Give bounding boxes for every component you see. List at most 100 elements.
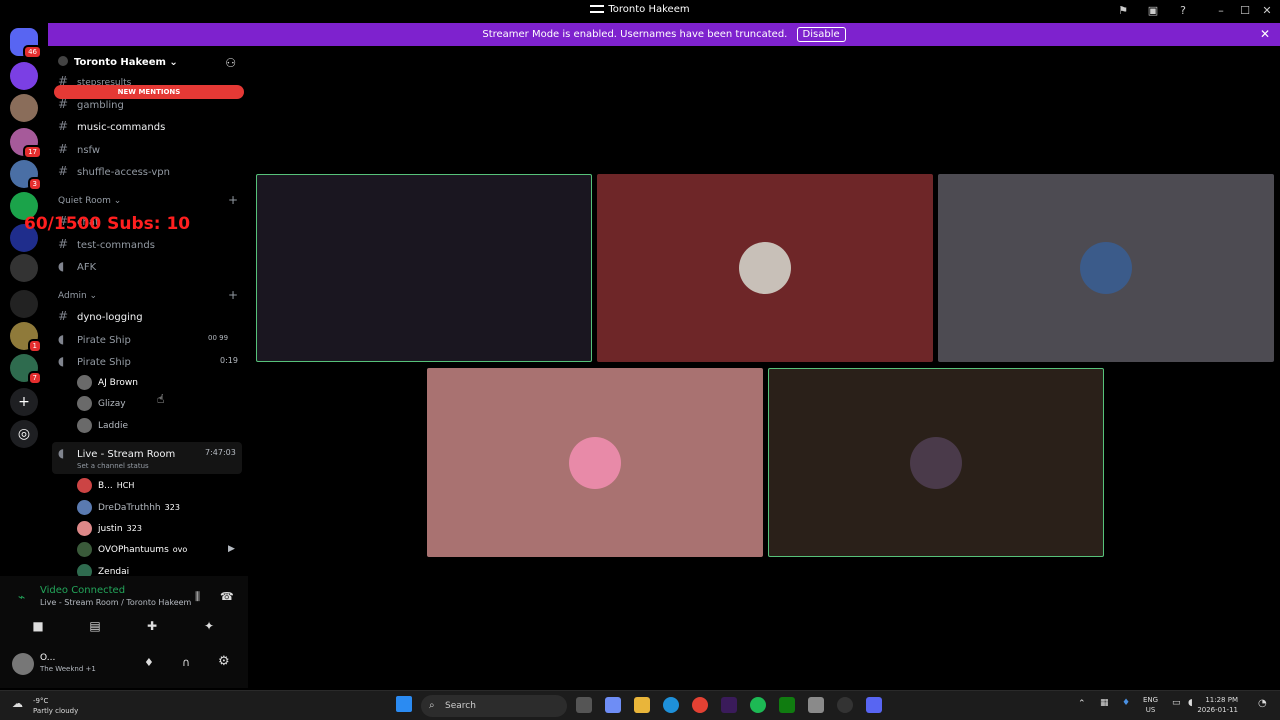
- banner-text: Streamer Mode is enabled. Usernames have…: [482, 29, 788, 40]
- server-icon[interactable]: 1: [10, 322, 42, 353]
- file-explorer-icon[interactable]: [634, 697, 650, 713]
- guild-header[interactable]: Toronto Hakeem ⌄: [58, 56, 178, 68]
- chevron-up-icon[interactable]: ⌃: [1078, 699, 1086, 709]
- server-icon[interactable]: 3: [10, 160, 42, 191]
- taskbar-search[interactable]: ⌕ Search: [421, 695, 567, 717]
- add-channel-icon[interactable]: +: [228, 193, 238, 207]
- server-icon[interactable]: 17: [10, 128, 42, 159]
- invite-icon[interactable]: ⚇: [225, 56, 236, 70]
- channel-gambling[interactable]: # gambling: [58, 97, 124, 111]
- user-tag: 323: [164, 503, 180, 512]
- channel-dyno-logging[interactable]: # dyno-logging: [58, 309, 143, 323]
- camera-button[interactable]: ■: [18, 616, 58, 636]
- soundboard-button[interactable]: ✦: [189, 616, 229, 636]
- category-admin[interactable]: Admin ⌄: [58, 291, 97, 301]
- xbox-icon[interactable]: [779, 697, 795, 713]
- mouse-cursor-icon: ☝: [157, 392, 165, 406]
- voice-channel-pirate-ship-2[interactable]: ◖ Pirate Ship: [58, 354, 131, 368]
- clock[interactable]: 11:28 PM 2026-01-11: [1197, 695, 1238, 715]
- display-icon[interactable]: ▭: [1172, 698, 1181, 708]
- server-icon[interactable]: [10, 254, 38, 282]
- chrome-icon[interactable]: [692, 697, 708, 713]
- channel-music-commands[interactable]: # music-commands: [58, 119, 165, 133]
- discover-icon[interactable]: ◎: [10, 420, 38, 448]
- add-channel-icon[interactable]: +: [228, 288, 238, 302]
- voice-channel-live-stream-room[interactable]: ◖ Live - Stream Room: [58, 446, 175, 460]
- disconnect-icon[interactable]: ☎: [220, 590, 234, 603]
- server-icon[interactable]: 7: [10, 354, 42, 385]
- notification-icon[interactable]: ◔: [1258, 698, 1267, 709]
- obs-icon[interactable]: [837, 697, 853, 713]
- voice-user[interactable]: Laddie: [77, 418, 128, 433]
- video-tile-2[interactable]: [597, 174, 933, 362]
- add-server-icon[interactable]: +: [10, 388, 38, 416]
- voice-user[interactable]: Glizay: [77, 396, 126, 411]
- screen-share-button[interactable]: ▤: [75, 616, 115, 636]
- server-icon[interactable]: 46: [10, 28, 42, 59]
- weather-widget[interactable]: -9°C Partly cloudy: [33, 696, 78, 716]
- avatar: [77, 521, 92, 536]
- voice-status[interactable]: Video Connected: [40, 585, 125, 596]
- channel-test-commands[interactable]: # test-commands: [58, 237, 155, 251]
- channel-status[interactable]: Set a channel status: [77, 462, 149, 470]
- server-icon[interactable]: [10, 94, 38, 122]
- disable-button[interactable]: Disable: [796, 27, 846, 42]
- connection-icon[interactable]: ⌁: [18, 590, 25, 604]
- voice-location: Live - Stream Room / Toronto Hakeem: [40, 598, 192, 607]
- discord-icon[interactable]: [866, 697, 882, 713]
- hash-icon: #: [58, 164, 69, 178]
- channel-label: test-commands: [77, 240, 155, 251]
- voice-channel-pirate-ship-1[interactable]: ◖ Pirate Ship: [58, 332, 131, 346]
- unread-badge: 17: [23, 145, 42, 159]
- voice-user[interactable]: justin 323: [77, 521, 142, 536]
- voice-user[interactable]: AJ Brown: [77, 375, 138, 390]
- voice-user[interactable]: DreDaTruthhh 323: [77, 500, 180, 515]
- server-icon[interactable]: [10, 62, 38, 90]
- video-tile-1[interactable]: [256, 174, 592, 362]
- category-quiet-room[interactable]: Quiet Room ⌄: [58, 196, 121, 206]
- settings-icon[interactable]: ⚙: [218, 654, 230, 669]
- server-icon[interactable]: [10, 290, 38, 318]
- lang-code: ENG: [1143, 696, 1159, 704]
- spotify-icon[interactable]: [750, 697, 766, 713]
- avatar[interactable]: [12, 653, 34, 675]
- copilot-icon[interactable]: [605, 697, 621, 713]
- chevron-down-icon: ⌄: [169, 57, 178, 68]
- video-tile-4[interactable]: [427, 368, 763, 557]
- time: 11:28 PM: [1205, 696, 1238, 704]
- title-bar: Toronto Hakeem ⚑ ▣ ? – ☐ ✕: [0, 0, 1280, 22]
- settings-app-icon[interactable]: [808, 697, 824, 713]
- mic-tray-icon[interactable]: ♦: [1122, 698, 1130, 708]
- help-icon[interactable]: ?: [1176, 4, 1190, 18]
- user-name: Laddie: [98, 421, 128, 431]
- language-indicator[interactable]: ENG US: [1143, 695, 1158, 715]
- banner-close-icon[interactable]: ✕: [1260, 23, 1270, 46]
- participant-avatar: [569, 436, 621, 489]
- edge-icon[interactable]: [663, 697, 679, 713]
- network-icon[interactable]: ▦: [1100, 698, 1109, 708]
- volume-icon[interactable]: ◖: [1188, 698, 1193, 708]
- video-tile-3[interactable]: [938, 174, 1274, 362]
- user-name: OVOPhantuums: [98, 545, 169, 555]
- minimize-icon[interactable]: –: [1214, 4, 1228, 18]
- voice-user[interactable]: B... HCH: [77, 478, 134, 493]
- activities-button[interactable]: ✚: [132, 616, 172, 636]
- video-tile-5[interactable]: [768, 368, 1104, 557]
- app-next-icon[interactable]: [721, 697, 737, 713]
- voice-user[interactable]: OVOPhantuums ovo: [77, 542, 187, 557]
- noise-suppression-icon[interactable]: ⫼: [195, 590, 200, 604]
- headphones-icon[interactable]: ∩: [182, 656, 190, 669]
- participant-avatar: [910, 436, 962, 489]
- channel-afk[interactable]: ◖ AFK: [58, 259, 96, 273]
- task-view-icon[interactable]: [576, 697, 592, 713]
- close-icon[interactable]: ✕: [1260, 4, 1274, 18]
- windows-start-icon[interactable]: [396, 696, 412, 712]
- maximize-icon[interactable]: ☐: [1238, 4, 1252, 18]
- weather-icon[interactable]: ☁: [12, 697, 23, 710]
- microphone-icon[interactable]: ♦: [144, 656, 154, 669]
- flag-icon[interactable]: ⚑: [1116, 4, 1130, 18]
- channel-shuffle-access-vpn[interactable]: # shuffle-access-vpn: [58, 164, 170, 178]
- channel-nsfw[interactable]: # nsfw: [58, 142, 100, 156]
- inbox-icon[interactable]: ▣: [1146, 4, 1160, 18]
- search-icon: ⌕: [429, 700, 435, 711]
